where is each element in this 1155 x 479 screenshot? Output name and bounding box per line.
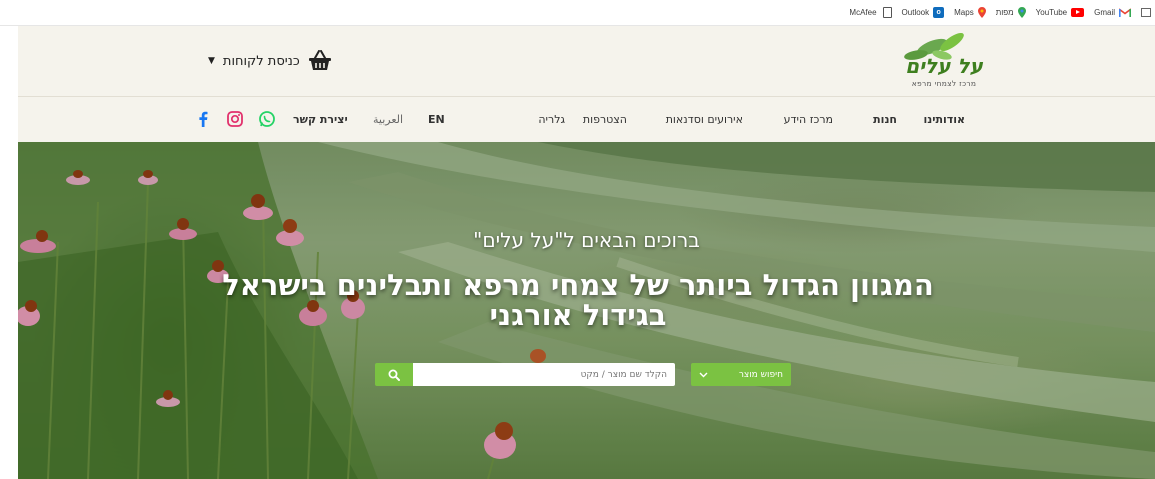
bookmark-mcafee[interactable]: McAfee [849, 8, 876, 17]
bookmark-label: מפות [995, 8, 1014, 17]
maps-pin-icon [977, 7, 986, 18]
main-nav: אודותינו חנות מרכז הידע אירועים וסדנאות … [18, 96, 1155, 142]
logo-text: על עלים [905, 54, 983, 78]
nav-item-join[interactable]: הצטרפות [583, 113, 627, 126]
nav-item-gallery[interactable]: גלריה [538, 113, 565, 126]
bookmark-outlook[interactable]: Outlook o [902, 7, 945, 18]
search-input[interactable] [413, 363, 675, 386]
product-search-bar: חיפוש מוצר [375, 363, 791, 386]
search-icon [388, 369, 400, 381]
nav-item-about[interactable]: אודותינו [923, 113, 965, 126]
nav-item-knowledge-center[interactable]: מרכז הידע [784, 113, 833, 126]
maps-pin-icon [1017, 7, 1026, 18]
lang-en-link[interactable]: EN [428, 113, 445, 126]
bookmark-gmail[interactable]: Gmail [1094, 8, 1131, 17]
document-icon [882, 7, 892, 18]
logo-subtitle: מרכז לצמחי מרפא [911, 79, 977, 88]
outlook-icon: o [933, 7, 945, 18]
nav-item-shop[interactable]: חנות [873, 113, 897, 126]
bookmark-label: YouTube [1035, 8, 1068, 17]
lang-ar-link[interactable]: العربية [373, 113, 403, 126]
customer-login-button[interactable]: כניסת לקוחות ▼ [208, 46, 332, 76]
bookmark-label: Gmail [1094, 8, 1115, 17]
whatsapp-icon[interactable] [258, 110, 276, 128]
hero-welcome-text: ברוכים הבאים ל"על עלים" [473, 228, 700, 252]
search-type-select[interactable]: חיפוש מוצר [691, 363, 791, 386]
basket-icon [308, 50, 331, 70]
youtube-icon [1071, 8, 1085, 17]
bookmark-label: McAfee [849, 8, 877, 17]
contact-link[interactable]: יצירת קשר [293, 113, 348, 126]
bookmark-youtube[interactable]: YouTube [1035, 8, 1085, 17]
search-type-label: חיפוש מוצר [738, 369, 783, 380]
folder-icon [1141, 8, 1151, 17]
bookmark-maps-he[interactable]: מפות [996, 7, 1026, 18]
instagram-icon[interactable] [226, 110, 244, 128]
bookmark-label: Maps [954, 8, 974, 17]
facebook-icon[interactable] [194, 110, 212, 128]
bookmark-maps[interactable]: Maps [954, 7, 986, 18]
site-header: כניסת לקוחות ▼ על עלים מרכז לצמחי מרפא [18, 26, 1155, 96]
customer-login-label: כניסת לקוחות [222, 53, 300, 69]
chevron-down-icon [699, 372, 708, 377]
bookmark-document[interactable] [882, 7, 892, 18]
logo-leaves-icon: על עלים [904, 32, 983, 78]
hero-headline: המגוון הגדול ביותר של צמחי מרפא ותבלינים… [222, 268, 934, 332]
bookmark-folder[interactable] [1141, 8, 1151, 17]
search-button[interactable] [375, 363, 413, 386]
bookmark-label: Outlook [901, 8, 930, 17]
bookmarks-bar: McAfee Outlook o Maps מפות YouTube Gmail [0, 0, 1155, 26]
gmail-icon [1119, 8, 1131, 17]
hero-banner: ברוכים הבאים ל"על עלים" המגוון הגדול ביו… [18, 142, 1155, 479]
nav-item-events-workshops[interactable]: אירועים וסדנאות [666, 113, 743, 126]
site-logo[interactable]: על עלים מרכז לצמחי מרפא [898, 32, 998, 89]
chevron-down-icon: ▼ [208, 56, 215, 66]
